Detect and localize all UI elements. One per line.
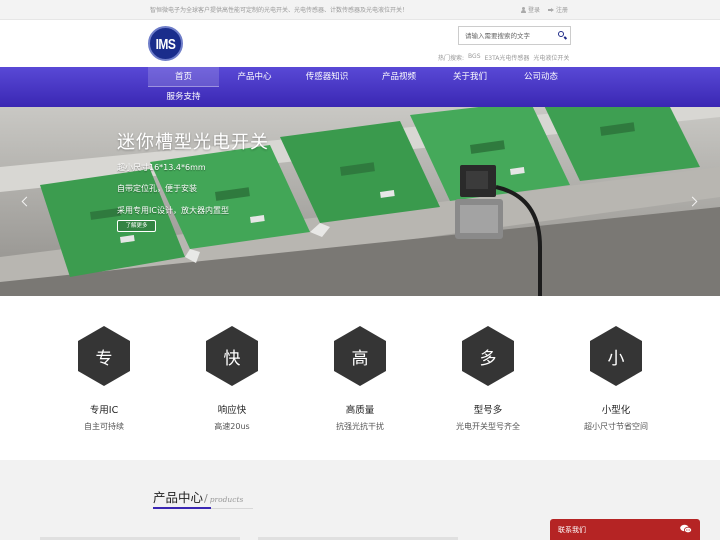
search-input[interactable] (459, 27, 555, 44)
hero-line: 超小尺寸16*13.4*6mm (117, 163, 206, 172)
hexagon-icon: 多 (462, 326, 514, 386)
contact-us-widget[interactable]: 联系我们 (550, 519, 700, 540)
nav-item-about-us[interactable]: 关于我们 (434, 67, 506, 87)
section-heading-slash: / (204, 492, 208, 505)
welcome-message: 智恒微电子为全球客户提供高性能可定制的光电开关、光电传感器、计数传感器及光电液位… (150, 7, 409, 14)
feature-subtitle: 超小尺寸节省空间 (584, 422, 648, 431)
hexagon-icon: 高 (334, 326, 386, 386)
logo-text: IMS (155, 34, 176, 53)
feature-subtitle: 高速20us (214, 422, 250, 431)
search-box (458, 26, 571, 45)
user-icon (520, 6, 526, 13)
feature-item: 快 响应快 高速20us (177, 326, 287, 432)
page: 智恒微电子为全球客户提供高性能可定制的光电开关、光电传感器、计数传感器及光电液位… (0, 0, 720, 540)
chevron-right-icon (687, 196, 698, 207)
login-label: 登录 (527, 7, 540, 14)
hot-search-word[interactable]: 光电液位开关 (533, 53, 569, 62)
section-heading: 产品中心 / products (153, 487, 243, 506)
section-heading-en: products (209, 495, 244, 504)
register-link[interactable]: 注册 (547, 5, 568, 14)
feature-subtitle: 光电开关型号齐全 (456, 422, 520, 431)
feature-subtitle: 抗强光抗干扰 (336, 422, 384, 431)
chat-bubbles-icon (680, 524, 692, 534)
hero-background-image (0, 107, 720, 296)
hexagon-icon: 专 (78, 326, 130, 386)
feature-title: 小型化 (601, 405, 631, 416)
hero-title: 迷你槽型光电开关 (117, 132, 269, 153)
hot-searches: 热门搜索: BGS E3TA光电传感器 光电液位开关 (438, 53, 569, 62)
nav-item-service-support[interactable]: 服务支持 (148, 87, 219, 107)
hexagon-icon: 快 (206, 326, 258, 386)
carousel-next-button[interactable] (687, 193, 702, 211)
nav-item-products[interactable]: 产品中心 (219, 67, 290, 87)
feature-item: 高 高质量 抗强光抗干扰 (305, 326, 415, 432)
carousel-prev-button[interactable] (18, 193, 32, 211)
section-heading-zh: 产品中心 (153, 490, 204, 505)
learn-more-button[interactable]: 了解更多 (117, 220, 156, 232)
contact-us-label: 联系我们 (558, 526, 586, 534)
hero-banner: 迷你槽型光电开关 超小尺寸16*13.4*6mm 自带定位孔，便于安装 采用专用… (0, 107, 720, 296)
hero-line: 自带定位孔，便于安装 (117, 184, 197, 193)
feature-item: 小 小型化 超小尺寸节省空间 (561, 326, 671, 432)
hot-search-word[interactable]: BGS (468, 53, 480, 62)
heading-accent-bar (153, 507, 211, 509)
chevron-left-icon (21, 196, 32, 207)
nav-item-company-news[interactable]: 公司动态 (506, 67, 576, 87)
nav-item-sensor-knowledge[interactable]: 传感器知识 (290, 67, 364, 87)
hot-search-word[interactable]: E3TA光电传感器 (485, 53, 530, 62)
feature-title: 高质量 (345, 405, 375, 416)
company-logo[interactable]: IMS (148, 26, 183, 61)
header: IMS 热门搜索: BGS E3TA光电传感器 光电液位开关 (0, 20, 720, 67)
nav-item-home[interactable]: 首页 (148, 67, 219, 87)
feature-item: 多 型号多 光电开关型号齐全 (433, 326, 543, 432)
sign-in-icon (547, 7, 554, 13)
feature-subtitle: 自主可持续 (84, 422, 124, 431)
auth-links: 登录 注册 (520, 5, 568, 14)
register-label: 注册 (555, 7, 568, 14)
feature-title: 响应快 (217, 405, 247, 416)
feature-title: 型号多 (473, 405, 503, 416)
hexagon-icon: 小 (590, 326, 642, 386)
hot-search-label: 热门搜索: (438, 55, 465, 62)
nav-item-product-videos[interactable]: 产品视频 (364, 67, 434, 87)
login-link[interactable]: 登录 (520, 5, 540, 14)
hero-line: 采用专用IC设计，放大器内置型 (117, 206, 229, 215)
feature-item: 专 专用IC 自主可持续 (49, 326, 159, 432)
top-bar: 智恒微电子为全球客户提供高性能可定制的光电开关、光电传感器、计数传感器及光电液位… (0, 0, 720, 20)
main-nav: 首页 产品中心 传感器知识 产品视频 关于我们 公司动态 服务支持 (0, 67, 720, 107)
feature-title: 专用IC (89, 405, 119, 416)
search-icon (558, 31, 564, 37)
search-button[interactable] (554, 27, 570, 44)
features-section: 专 专用IC 自主可持续 快 响应快 高速20us 高 高质量 抗强光抗干扰 多… (0, 296, 720, 460)
